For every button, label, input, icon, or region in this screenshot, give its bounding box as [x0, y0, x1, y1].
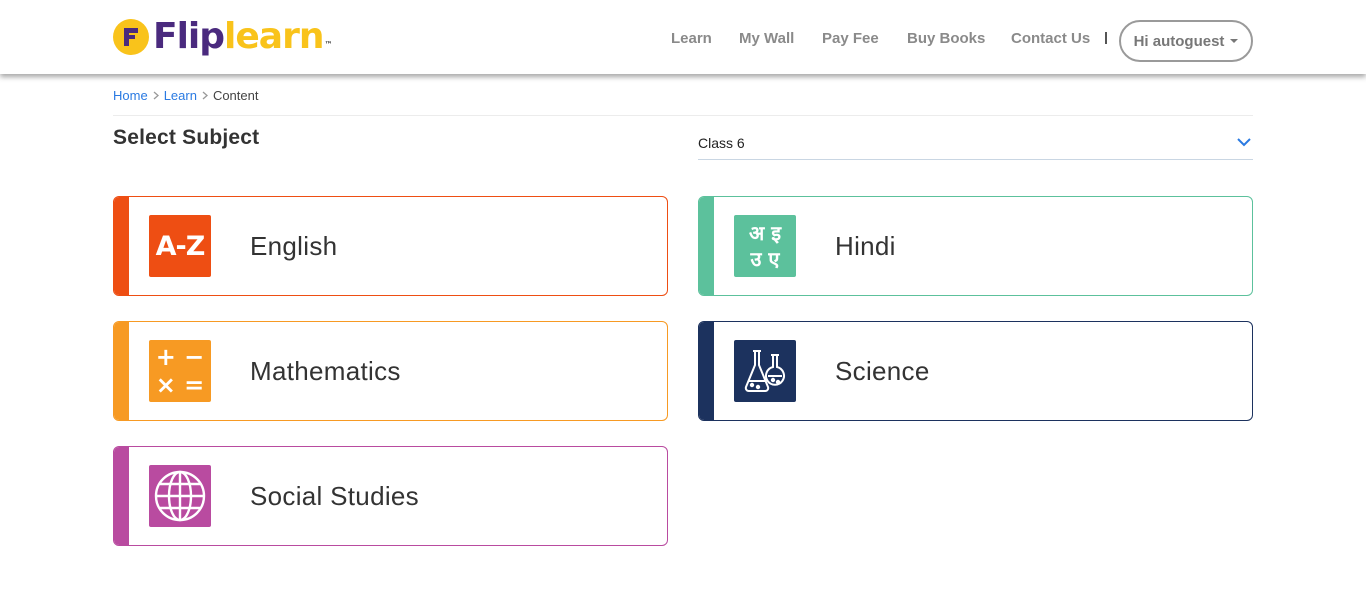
nav-pay-fee[interactable]: Pay Fee — [822, 30, 879, 48]
subject-label: English — [250, 231, 338, 261]
user-menu-label: Hi autoguest — [1133, 32, 1225, 50]
page-title: Select Subject — [113, 126, 260, 149]
fliplearn-logo[interactable]: Fliplearn™ — [113, 16, 332, 58]
breadcrumb-divider — [113, 115, 1253, 116]
subject-card-hindi[interactable]: अ इ उ ए Hindi — [698, 196, 1253, 296]
chevron-right-icon — [202, 89, 208, 103]
card-stripe — [114, 197, 129, 295]
card-stripe — [699, 197, 714, 295]
math-operators-icon: + − × = — [149, 340, 211, 402]
class-select-value: Class 6 — [698, 135, 745, 151]
subject-label: Social Studies — [250, 481, 419, 511]
nav-buy-books[interactable]: Buy Books — [907, 30, 985, 48]
subject-card-mathematics[interactable]: + − × = Mathematics — [113, 321, 668, 421]
card-stripe — [114, 322, 129, 420]
subject-card-science[interactable]: Science — [698, 321, 1253, 421]
a-z-icon: A-Z — [149, 215, 211, 277]
top-header: Fliplearn™ Learn My Wall Pay Fee Buy Boo… — [0, 0, 1366, 74]
flask-icon — [734, 340, 796, 402]
nav-my-wall[interactable]: My Wall — [739, 30, 794, 48]
logo-badge-icon — [113, 19, 149, 55]
breadcrumb-home[interactable]: Home — [113, 88, 148, 103]
breadcrumb-current: Content — [212, 88, 259, 103]
card-stripe — [699, 322, 714, 420]
subject-label: Science — [835, 356, 930, 386]
user-menu-button[interactable]: Hi autoguest — [1119, 20, 1253, 62]
chevron-right-icon — [153, 89, 159, 103]
globe-icon — [149, 465, 211, 527]
chevron-down-icon — [1237, 138, 1251, 147]
nav-contact-us[interactable]: Contact Us — [1011, 30, 1090, 48]
card-stripe — [114, 447, 129, 545]
subject-label: Mathematics — [250, 356, 401, 386]
breadcrumb: Home Learn Content — [113, 88, 258, 103]
subject-card-social-studies[interactable]: Social Studies — [113, 446, 668, 546]
breadcrumb-learn[interactable]: Learn — [164, 88, 197, 103]
class-select[interactable]: Class 6 — [698, 130, 1253, 160]
caret-down-icon — [1230, 39, 1239, 43]
nav-divider — [1105, 32, 1107, 44]
subject-card-english[interactable]: A-Z English — [113, 196, 668, 296]
subject-label: Hindi — [835, 231, 896, 261]
logo-text: Fliplearn™ — [153, 16, 332, 57]
hindi-letters-icon: अ इ उ ए — [734, 215, 796, 277]
nav-learn[interactable]: Learn — [671, 30, 712, 48]
